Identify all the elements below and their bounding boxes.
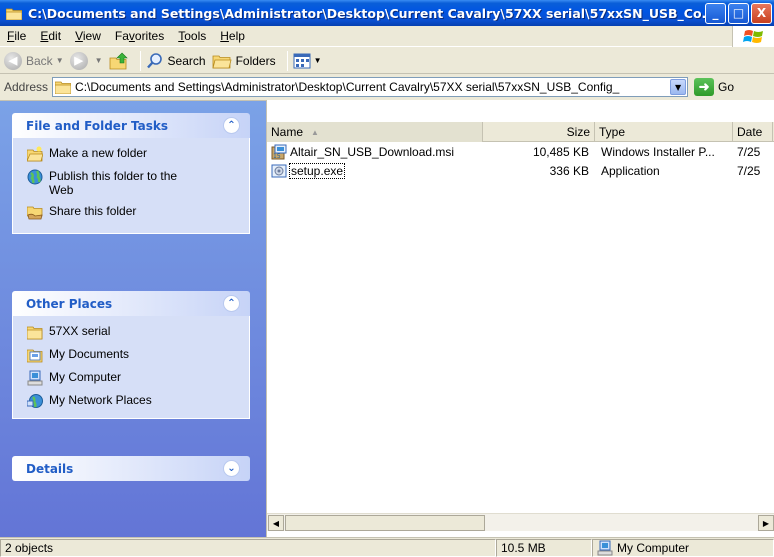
column-headers: Name ▲ Size Type Date	[267, 122, 774, 142]
address-dropdown-button[interactable]: ▼	[670, 79, 687, 95]
minimize-button[interactable]: _	[705, 3, 726, 24]
search-icon	[146, 52, 162, 68]
close-button[interactable]: X	[751, 3, 772, 24]
task-pane: File and Folder Tasks ⌃ Make a new folde…	[0, 100, 266, 537]
up-folder-button[interactable]	[109, 52, 129, 70]
menu-file[interactable]: File	[0, 29, 33, 43]
horizontal-scrollbar[interactable]: ◀ ▶	[267, 513, 774, 531]
file-type: Windows Installer P...	[601, 144, 715, 159]
menu-help[interactable]: Help	[213, 29, 252, 43]
menu-favorites[interactable]: Favorites	[108, 29, 171, 43]
details-panel: Details ⌄	[12, 456, 250, 481]
details-header[interactable]: Details ⌄	[12, 456, 250, 481]
toolbar-separator	[286, 50, 288, 71]
scroll-thumb[interactable]	[285, 515, 485, 531]
file-folder-tasks-panel: File and Folder Tasks ⌃ Make a new folde…	[12, 113, 250, 234]
windows-logo-icon	[732, 26, 774, 47]
up-folder-icon	[109, 52, 128, 69]
column-header-name[interactable]: Name ▲	[267, 122, 483, 142]
other-places-panel: Other Places ⌃ 57XX serial My Documents	[12, 291, 250, 419]
table-row[interactable]: setup.exe 336 KB Application 7/25	[267, 161, 774, 180]
title-bar[interactable]: C:\Documents and Settings\Administrator\…	[0, 0, 774, 26]
place-my-network-places[interactable]: My Network Places	[27, 393, 243, 409]
file-folder-tasks-header[interactable]: File and Folder Tasks ⌃	[12, 113, 250, 138]
file-size: 10,485 KB	[532, 144, 589, 159]
network-places-icon	[27, 394, 43, 408]
chevron-down-icon: ▼	[313, 56, 322, 65]
maximize-button[interactable]: □	[728, 3, 749, 24]
go-arrow-icon: ➜	[694, 78, 715, 96]
svg-text:15: 15	[273, 153, 281, 160]
address-value: C:\Documents and Settings\Administrator\…	[75, 80, 620, 94]
forward-button[interactable]: ▶ ▼	[69, 51, 103, 70]
status-object-count: 2 objects	[0, 538, 496, 557]
installer-package-icon: 15	[271, 144, 287, 160]
chevron-down-icon: ▼	[55, 56, 64, 65]
folder-icon	[55, 81, 72, 94]
file-size: 336 KB	[549, 163, 589, 178]
place-my-documents[interactable]: My Documents	[27, 347, 243, 363]
expand-icon[interactable]: ⌄	[223, 460, 240, 477]
place-my-computer[interactable]: My Computer	[27, 370, 243, 386]
search-button[interactable]: Search	[146, 52, 206, 70]
menu-edit[interactable]: Edit	[33, 29, 68, 43]
status-bar: 2 objects 10.5 MB My Computer	[0, 537, 774, 557]
folder-icon	[27, 326, 43, 340]
my-computer-icon	[27, 370, 43, 386]
collapse-icon[interactable]: ⌃	[223, 117, 240, 134]
share-folder-icon	[27, 206, 43, 220]
globe-icon	[27, 169, 43, 185]
make-new-folder-link[interactable]: Make a new folder	[27, 146, 243, 162]
sort-ascending-icon: ▲	[311, 127, 319, 137]
back-button[interactable]: ◀ Back ▼	[4, 51, 64, 70]
back-arrow-icon: ◀	[4, 51, 22, 70]
scroll-right-button[interactable]: ▶	[758, 515, 774, 531]
go-button[interactable]: ➜ Go	[694, 78, 734, 96]
folder-icon	[6, 8, 22, 20]
column-header-size[interactable]: Size	[483, 122, 595, 142]
status-zone: My Computer	[592, 538, 774, 557]
file-type: Application	[601, 163, 660, 178]
file-date: 7/25	[737, 163, 761, 178]
file-name: Altair_SN_USB_Download.msi	[290, 144, 455, 159]
address-input[interactable]: C:\Documents and Settings\Administrator\…	[52, 77, 689, 97]
toolbar-separator	[139, 50, 141, 71]
other-places-header[interactable]: Other Places ⌃	[12, 291, 250, 316]
address-bar: Address C:\Documents and Settings\Admini…	[0, 75, 774, 99]
column-header-date[interactable]: Date	[733, 122, 773, 142]
file-list-view[interactable]: Name ▲ Size Type Date 15 Altair_SN_USB_D…	[266, 100, 774, 537]
column-header-type[interactable]: Type	[595, 122, 733, 142]
forward-arrow-icon: ▶	[69, 51, 88, 70]
place-57xx-serial[interactable]: 57XX serial	[27, 324, 243, 340]
share-folder-link[interactable]: Share this folder	[27, 204, 243, 220]
window-title: C:\Documents and Settings\Administrator\…	[28, 5, 716, 21]
folders-button[interactable]: Folders	[212, 53, 276, 69]
menu-view[interactable]: View	[68, 29, 108, 43]
my-computer-icon	[597, 540, 613, 555]
setup-exe-icon	[271, 164, 287, 177]
file-date: 7/25	[737, 144, 761, 159]
new-folder-icon	[27, 146, 43, 162]
table-row[interactable]: 15 Altair_SN_USB_Download.msi 10,485 KB …	[267, 142, 774, 161]
publish-folder-web-link[interactable]: Publish this folder to the Web	[27, 169, 243, 197]
chevron-down-icon: ▼	[94, 56, 103, 65]
my-documents-icon	[27, 349, 43, 363]
collapse-icon[interactable]: ⌃	[223, 295, 240, 312]
folders-icon	[212, 55, 232, 68]
menu-tools[interactable]: Tools	[171, 29, 213, 43]
file-rows: 15 Altair_SN_USB_Download.msi 10,485 KB …	[267, 142, 774, 180]
scroll-left-button[interactable]: ◀	[268, 515, 284, 531]
views-icon	[293, 53, 311, 68]
menu-bar: File Edit View Favorites Tools Help	[0, 26, 774, 47]
address-label: Address	[4, 80, 49, 94]
file-name: setup.exe	[288, 162, 346, 179]
status-size: 10.5 MB	[496, 538, 592, 557]
views-button[interactable]: ▼	[293, 53, 322, 69]
toolbar: ◀ Back ▼ ▶ ▼ Search Folders ▼	[0, 48, 774, 74]
